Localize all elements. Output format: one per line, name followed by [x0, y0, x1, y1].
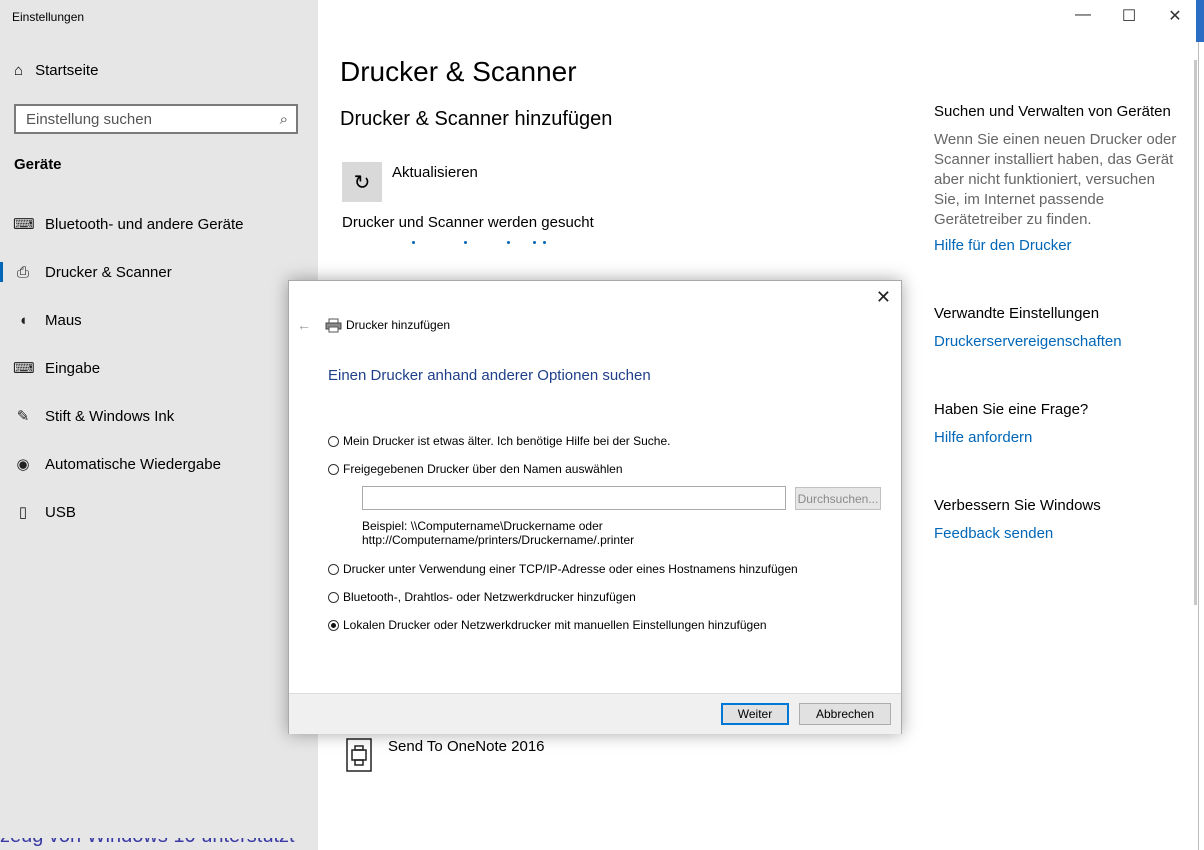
get-help-link[interactable]: Hilfe anfordern — [934, 429, 1032, 446]
option-tcpip[interactable]: Drucker unter Verwendung einer TCP/IP-Ad… — [328, 562, 798, 576]
usb-icon: ▯ — [18, 504, 28, 521]
sidebar-item-usb[interactable]: ▯ USB — [0, 492, 318, 532]
sidebar-item-label: Drucker & Scanner — [45, 263, 172, 281]
send-feedback-link[interactable]: Feedback senden — [934, 525, 1053, 542]
close-window-button[interactable]: ✕ — [1160, 6, 1190, 26]
option-label: Freigegebenen Drucker über den Namen aus… — [343, 462, 623, 476]
printer-icon — [325, 318, 342, 333]
maximize-button[interactable]: ☐ — [1114, 6, 1144, 26]
option-older-printer[interactable]: Mein Drucker ist etwas älter. Ich benöti… — [328, 434, 671, 448]
progress-dot — [533, 241, 536, 244]
add-printer-dialog: ✕ ← Drucker hinzufügen Einen Drucker anh… — [288, 280, 902, 734]
minimize-button[interactable]: — — [1068, 6, 1098, 24]
bluetooth-devices-icon: ⌨ — [13, 216, 35, 233]
sidebar-item-label: Automatische Wiedergabe — [45, 455, 221, 473]
example-text: Beispiel: \\Computername\Druckername ode… — [362, 519, 634, 547]
option-label: Lokalen Drucker oder Netzwerkdrucker mit… — [343, 618, 767, 632]
progress-dot — [464, 241, 467, 244]
sidebar-item-label: Eingabe — [45, 359, 101, 377]
sidebar-item-mouse[interactable]: ◖ Maus — [0, 300, 318, 340]
keyboard-icon: ⌨ — [13, 360, 35, 377]
radio-button[interactable] — [328, 463, 339, 475]
cancel-button[interactable]: Abbrechen — [799, 703, 891, 725]
option-bluetooth-wireless[interactable]: Bluetooth-, Drahtlos- oder Netzwerkdruck… — [328, 590, 636, 604]
background-window-edge — [1196, 0, 1204, 42]
back-arrow-icon[interactable]: ← — [297, 317, 311, 333]
dialog-footer: Weiter Abbrechen — [289, 693, 901, 734]
autoplay-icon: ◉ — [16, 456, 30, 473]
printer-icon: ⎙ — [16, 263, 29, 281]
sidebar-item-printers[interactable]: ⎙ Drucker & Scanner — [0, 252, 318, 292]
option-shared-printer[interactable]: Freigegebenen Drucker über den Namen aus… — [328, 462, 623, 476]
home-label: Startseite — [35, 62, 99, 79]
option-label: Drucker unter Verwendung einer TCP/IP-Ad… — [343, 562, 798, 576]
scrollbar[interactable] — [1194, 60, 1197, 605]
sidebar: Einstellungen ⌂ Startseite Einstellung s… — [0, 0, 318, 850]
print-server-properties-link[interactable]: Druckerservereigenschaften — [934, 333, 1122, 350]
printer-device-icon — [346, 738, 372, 772]
sidebar-item-label: Bluetooth- und andere Geräte — [45, 215, 244, 233]
page-title: Drucker & Scanner — [340, 56, 577, 87]
example-line: Beispiel: \\Computername\Druckername ode… — [362, 519, 603, 533]
sidebar-item-label: Stift & Windows Ink — [45, 407, 175, 425]
next-button[interactable]: Weiter — [721, 703, 789, 725]
option-local-manual[interactable]: Lokalen Drucker oder Netzwerkdrucker mit… — [328, 618, 767, 632]
category-title: Geräte — [14, 156, 62, 173]
dialog-title: Drucker hinzufügen — [346, 318, 451, 332]
window-border — [1198, 0, 1199, 850]
refresh-button[interactable]: ↻ — [342, 162, 382, 202]
dialog-heading: Einen Drucker anhand anderer Optionen su… — [328, 367, 651, 384]
settings-search-input[interactable]: Einstellung suchen ⌕ — [14, 104, 298, 134]
question-title: Haben Sie eine Frage? — [934, 401, 1089, 418]
sidebar-item-input[interactable]: ⌨ Eingabe — [0, 348, 318, 388]
sidebar-item-label: Maus — [45, 311, 82, 329]
radio-button[interactable] — [328, 563, 339, 575]
progress-dot — [412, 241, 415, 244]
sidebar-item-bluetooth[interactable]: ⌨ Bluetooth- und andere Geräte — [0, 204, 318, 244]
option-label: Mein Drucker ist etwas älter. Ich benöti… — [343, 434, 671, 448]
dialog-close-button[interactable]: ✕ — [876, 287, 891, 308]
radio-button-selected[interactable] — [328, 619, 339, 631]
refresh-label[interactable]: Aktualisieren — [392, 164, 478, 181]
sidebar-item-label: USB — [45, 503, 76, 521]
improve-windows-title: Verbessern Sie Windows — [934, 497, 1101, 514]
progress-dot — [543, 241, 546, 244]
manage-devices-text: Wenn Sie einen neuen Drucker oder Scanne… — [934, 131, 1177, 228]
section-title: Drucker & Scanner hinzufügen — [340, 108, 613, 130]
progress-dot — [507, 241, 510, 244]
printer-item-label[interactable]: Send To OneNote 2016 — [388, 738, 545, 755]
search-placeholder: Einstellung suchen — [26, 111, 152, 128]
option-label: Bluetooth-, Drahtlos- oder Netzwerkdruck… — [343, 590, 636, 604]
background-window-text: zeug von Windows 10 unterstützt — [0, 838, 330, 850]
manage-devices-title: Suchen und Verwalten von Geräten — [934, 103, 1171, 120]
refresh-icon: ↻ — [353, 171, 371, 194]
related-settings-title: Verwandte Einstellungen — [934, 305, 1100, 322]
radio-button[interactable] — [328, 591, 339, 603]
radio-button[interactable] — [328, 435, 339, 447]
home-icon: ⌂ — [14, 62, 24, 79]
searching-status: Drucker und Scanner werden gesucht — [342, 214, 594, 231]
sidebar-item-autoplay[interactable]: ◉ Automatische Wiedergabe — [0, 444, 318, 484]
pen-icon: ✎ — [16, 408, 30, 425]
sidebar-item-pen[interactable]: ✎ Stift & Windows Ink — [0, 396, 318, 436]
printer-help-link[interactable]: Hilfe für den Drucker — [934, 237, 1072, 254]
home-nav-item[interactable]: ⌂ Startseite — [14, 62, 98, 79]
search-icon[interactable]: ⌕ — [280, 111, 288, 128]
window-title: Einstellungen — [12, 10, 85, 24]
printer-name-input[interactable] — [362, 486, 786, 510]
mouse-icon: ◖ — [18, 311, 28, 329]
browse-button[interactable]: Durchsuchen... — [795, 487, 881, 510]
example-line: http://Computername/printers/Druckername… — [362, 533, 635, 547]
